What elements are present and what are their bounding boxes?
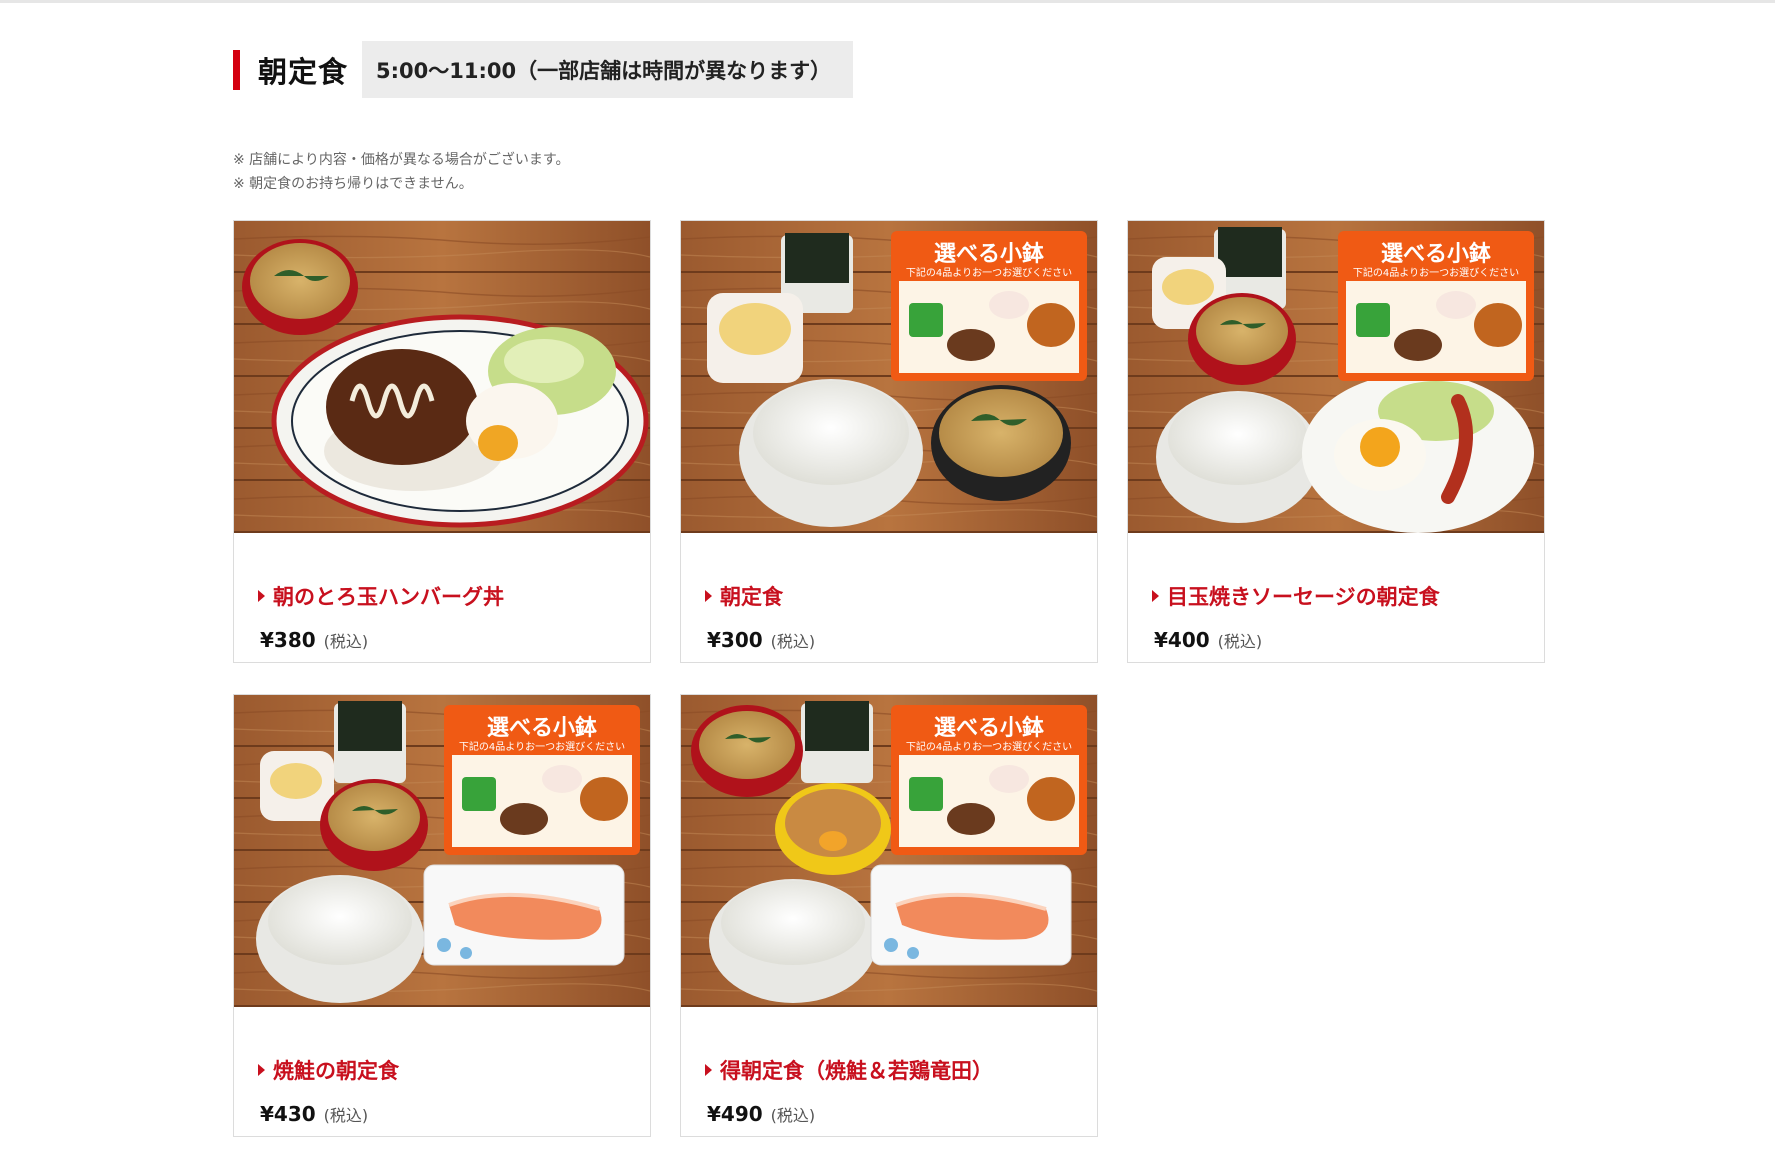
badge-subtitle: 下記の4品よりお一つお選びください <box>1353 266 1519 279</box>
price-row: ¥300 (税込) <box>707 628 815 652</box>
food-photo[interactable]: 選べる小鉢 下記の4品よりお一つお選びください <box>1128 221 1544 533</box>
card-info: 得朝定食（焼鮭＆若鶏竜田） ¥490 (税込) <box>681 1007 1097 1137</box>
menu-card[interactable]: 選べる小鉢 下記の4品よりお一つお選びください 目玉焼きソーセージの朝定食 ¥4… <box>1127 220 1545 663</box>
header-accent-bar <box>233 49 240 90</box>
caret-right-icon <box>258 1064 265 1076</box>
note-line: ※ 店舗により内容・価格が異なる場合がございます。 <box>233 152 570 168</box>
tax-label: (税込) <box>770 1106 816 1125</box>
menu-card[interactable]: 選べる小鉢 下記の4品よりお一つお選びください 焼鮭の朝定食 ¥430 (税込) <box>233 694 651 1137</box>
caret-right-icon <box>705 1064 712 1076</box>
item-price: ¥490 <box>707 1102 763 1126</box>
tax-label: (税込) <box>323 1106 369 1125</box>
item-price: ¥430 <box>260 1102 316 1126</box>
section-title: 朝定食 <box>258 54 349 89</box>
price-row: ¥400 (税込) <box>1154 628 1262 652</box>
tax-label: (税込) <box>323 632 369 651</box>
item-name-text: 朝定食 <box>720 585 783 609</box>
notes: ※ 店舗により内容・価格が異なる場合がございます。 ※ 朝定食のお持ち帰りはでき… <box>233 148 570 196</box>
caret-right-icon <box>1152 590 1159 602</box>
badge-subtitle: 下記の4品よりお一つお選びください <box>906 740 1072 753</box>
badge-title: 選べる小鉢 <box>487 715 597 741</box>
food-photo[interactable] <box>234 221 650 533</box>
badge-subtitle: 下記の4品よりお一つお選びください <box>459 740 625 753</box>
menu-card[interactable]: 選べる小鉢 下記の4品よりお一つお選びください 得朝定食（焼鮭＆若鶏竜田） ¥4… <box>680 694 1098 1137</box>
hours-label: 5:00～11:00（一部店舗は時間が異なります） <box>362 41 854 98</box>
card-info: 朝のとろ玉ハンバーグ丼 ¥380 (税込) <box>234 533 650 663</box>
top-divider <box>0 0 1775 3</box>
badge-title: 選べる小鉢 <box>1381 241 1491 267</box>
section-header: 朝定食 5:00～11:00（一部店舗は時間が異なります） <box>233 41 854 98</box>
badge-title: 選べる小鉢 <box>934 715 1044 741</box>
card-info: 目玉焼きソーセージの朝定食 ¥400 (税込) <box>1128 533 1544 663</box>
card-info: 焼鮭の朝定食 ¥430 (税込) <box>234 1007 650 1137</box>
food-photo[interactable]: 選べる小鉢 下記の4品よりお一つお選びください <box>681 695 1097 1007</box>
item-name-text: 目玉焼きソーセージの朝定食 <box>1167 585 1440 609</box>
card-info: 朝定食 ¥300 (税込) <box>681 533 1097 663</box>
note-line: ※ 朝定食のお持ち帰りはできません。 <box>233 176 473 192</box>
item-name-text: 焼鮭の朝定食 <box>273 1059 399 1083</box>
caret-right-icon <box>258 590 265 602</box>
menu-card[interactable]: 朝のとろ玉ハンバーグ丼 ¥380 (税込) <box>233 220 651 663</box>
food-photo[interactable]: 選べる小鉢 下記の4品よりお一つお選びください <box>681 221 1097 533</box>
item-price: ¥380 <box>260 628 316 652</box>
item-name[interactable]: 朝定食 <box>705 581 783 611</box>
item-name[interactable]: 目玉焼きソーセージの朝定食 <box>1152 581 1440 611</box>
menu-card[interactable]: 選べる小鉢 下記の4品よりお一つお選びください 朝定食 ¥300 (税込) <box>680 220 1098 663</box>
price-row: ¥490 (税込) <box>707 1102 815 1126</box>
item-name-text: 朝のとろ玉ハンバーグ丼 <box>273 585 504 609</box>
caret-right-icon <box>705 590 712 602</box>
item-price: ¥300 <box>707 628 763 652</box>
food-photo[interactable]: 選べる小鉢 下記の4品よりお一つお選びください <box>234 695 650 1007</box>
item-name[interactable]: 朝のとろ玉ハンバーグ丼 <box>258 581 504 611</box>
item-price: ¥400 <box>1154 628 1210 652</box>
item-name-text: 得朝定食（焼鮭＆若鶏竜田） <box>720 1059 993 1083</box>
item-name[interactable]: 焼鮭の朝定食 <box>258 1055 399 1085</box>
price-row: ¥430 (税込) <box>260 1102 368 1126</box>
tax-label: (税込) <box>1217 632 1263 651</box>
item-name[interactable]: 得朝定食（焼鮭＆若鶏竜田） <box>705 1055 993 1085</box>
price-row: ¥380 (税込) <box>260 628 368 652</box>
badge-title: 選べる小鉢 <box>934 241 1044 267</box>
tax-label: (税込) <box>770 632 816 651</box>
badge-subtitle: 下記の4品よりお一つお選びください <box>906 266 1072 279</box>
